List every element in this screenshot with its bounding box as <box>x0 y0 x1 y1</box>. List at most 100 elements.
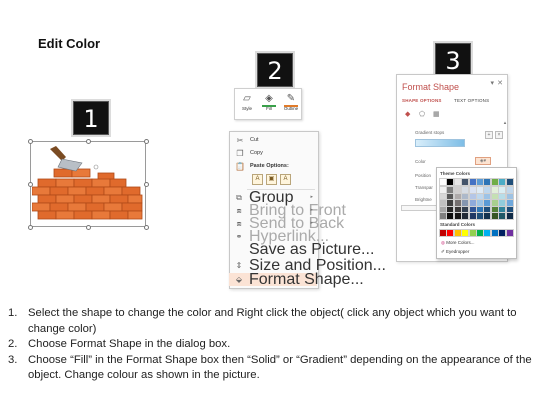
add-stop-icon[interactable]: + <box>485 131 493 139</box>
standard-color-swatch[interactable] <box>498 229 507 237</box>
theme-shade-swatch[interactable] <box>505 212 514 220</box>
theme-color-swatch[interactable] <box>453 178 462 186</box>
theme-shade-swatch[interactable] <box>439 192 447 201</box>
dropdown-icon[interactable]: ▾ <box>490 79 494 87</box>
remove-stop-icon[interactable]: × <box>495 131 503 139</box>
theme-shade-swatch[interactable] <box>490 186 499 194</box>
theme-color-swatch[interactable] <box>498 178 507 186</box>
theme-shade-swatch[interactable] <box>446 199 455 207</box>
standard-color-swatch[interactable] <box>490 229 499 237</box>
theme-color-swatch[interactable] <box>461 178 470 186</box>
theme-shade-swatch[interactable] <box>461 212 470 220</box>
theme-shade-swatch[interactable] <box>476 212 484 220</box>
standard-color-swatch[interactable] <box>439 229 447 237</box>
theme-shade-swatch[interactable] <box>439 199 447 207</box>
selection-handle[interactable] <box>28 225 33 230</box>
theme-shade-swatch[interactable] <box>453 205 462 214</box>
theme-shade-swatch[interactable] <box>468 186 477 194</box>
theme-shade-swatch[interactable] <box>490 212 499 220</box>
brick-wall-trowel-icon[interactable] <box>32 143 144 225</box>
eyedropper-link[interactable]: ✐ Eyedropper <box>441 249 469 255</box>
theme-shade-swatch[interactable] <box>505 192 514 201</box>
style-button[interactable]: ▱ Style <box>237 92 257 118</box>
theme-shade-swatch[interactable] <box>483 199 492 207</box>
theme-shade-swatch[interactable] <box>461 199 470 207</box>
gradient-stops-bar[interactable] <box>415 139 465 147</box>
selection-handle[interactable] <box>144 182 149 187</box>
selection-handle[interactable] <box>144 139 149 144</box>
tab-text-options[interactable]: TEXT OPTIONS <box>454 98 489 103</box>
theme-shade-swatch[interactable] <box>439 212 447 220</box>
theme-shade-swatch[interactable] <box>461 192 470 201</box>
theme-shade-swatch[interactable] <box>498 205 507 214</box>
theme-shade-swatch[interactable] <box>446 186 455 194</box>
size-properties-icon[interactable]: ▦ <box>433 110 440 118</box>
theme-shade-swatch[interactable] <box>505 186 514 194</box>
standard-color-swatch[interactable] <box>468 229 477 237</box>
theme-shade-swatch[interactable] <box>505 205 514 214</box>
theme-shade-swatch[interactable] <box>461 205 470 214</box>
menu-item-label: Format Shape... <box>249 271 364 288</box>
theme-shade-swatch[interactable] <box>453 186 462 194</box>
standard-color-swatch[interactable] <box>476 229 484 237</box>
theme-shade-swatch[interactable] <box>468 192 477 201</box>
theme-shade-swatch[interactable] <box>476 199 484 207</box>
fill-button[interactable]: ◈ Fill <box>259 92 279 118</box>
theme-shade-swatch[interactable] <box>476 186 484 194</box>
standard-color-swatch[interactable] <box>446 229 455 237</box>
theme-shade-swatch[interactable] <box>446 212 455 220</box>
theme-shade-swatch[interactable] <box>461 186 470 194</box>
menu-item-format-shape[interactable]: ⬙ Format Shape... <box>229 272 364 288</box>
theme-shade-swatch[interactable] <box>446 192 455 201</box>
theme-shade-swatch[interactable] <box>483 212 492 220</box>
close-icon[interactable]: ✕ <box>497 79 503 87</box>
theme-shade-swatch[interactable] <box>490 199 499 207</box>
theme-shade-swatch[interactable] <box>498 192 507 201</box>
theme-color-swatch[interactable] <box>446 178 455 186</box>
theme-shade-swatch[interactable] <box>476 192 484 201</box>
theme-shade-swatch[interactable] <box>498 212 507 220</box>
mini-toolbar: ▱ Style ◈ Fill ✎ Outline <box>234 88 302 120</box>
more-colors-link[interactable]: ◍ More Colors... <box>441 240 474 246</box>
theme-shade-swatch[interactable] <box>468 212 477 220</box>
menu-item-save-as-picture[interactable]: Save as Picture... <box>229 242 374 258</box>
theme-shade-swatch[interactable] <box>439 186 447 194</box>
page-title: Edit Color <box>38 36 101 51</box>
effects-icon[interactable]: ⬠ <box>419 110 425 118</box>
theme-shade-swatch[interactable] <box>453 212 462 220</box>
scroll-arrow-icon[interactable]: ▴ <box>501 120 509 128</box>
theme-color-swatch[interactable] <box>505 178 514 186</box>
theme-shade-swatch[interactable] <box>490 192 499 201</box>
fill-line-icon[interactable]: ◆ <box>405 110 410 118</box>
instruction-text: Choose “Fill” in the Format Shape box th… <box>28 353 532 382</box>
theme-color-swatch[interactable] <box>490 178 499 186</box>
theme-shade-swatch[interactable] <box>476 205 484 214</box>
theme-color-swatch[interactable] <box>439 178 447 186</box>
theme-color-swatch[interactable] <box>476 178 484 186</box>
theme-shade-swatch[interactable] <box>498 199 507 207</box>
standard-color-swatch[interactable] <box>505 229 514 237</box>
theme-shade-swatch[interactable] <box>483 205 492 214</box>
selection-handle[interactable] <box>86 225 91 230</box>
theme-shade-swatch[interactable] <box>505 199 514 207</box>
color-picker-button[interactable]: ◈▾ <box>475 157 491 165</box>
tab-shape-options[interactable]: SHAPE OPTIONS <box>402 98 442 103</box>
outline-button[interactable]: ✎ Outline <box>281 92 301 118</box>
theme-shade-swatch[interactable] <box>498 186 507 194</box>
brightness-slider[interactable] <box>401 205 437 211</box>
theme-shade-swatch[interactable] <box>446 205 455 214</box>
theme-shade-swatch[interactable] <box>468 205 477 214</box>
theme-shade-swatch[interactable] <box>468 199 477 207</box>
theme-shade-swatch[interactable] <box>483 186 492 194</box>
theme-color-swatch[interactable] <box>483 178 492 186</box>
theme-color-swatch[interactable] <box>468 178 477 186</box>
theme-shade-swatch[interactable] <box>453 192 462 201</box>
selection-handle[interactable] <box>144 225 149 230</box>
standard-color-swatch[interactable] <box>483 229 492 237</box>
standard-color-swatch[interactable] <box>461 229 470 237</box>
theme-shade-swatch[interactable] <box>453 199 462 207</box>
theme-shade-swatch[interactable] <box>439 205 447 214</box>
theme-shade-swatch[interactable] <box>483 192 492 201</box>
theme-shade-swatch[interactable] <box>490 205 499 214</box>
standard-color-swatch[interactable] <box>453 229 462 237</box>
